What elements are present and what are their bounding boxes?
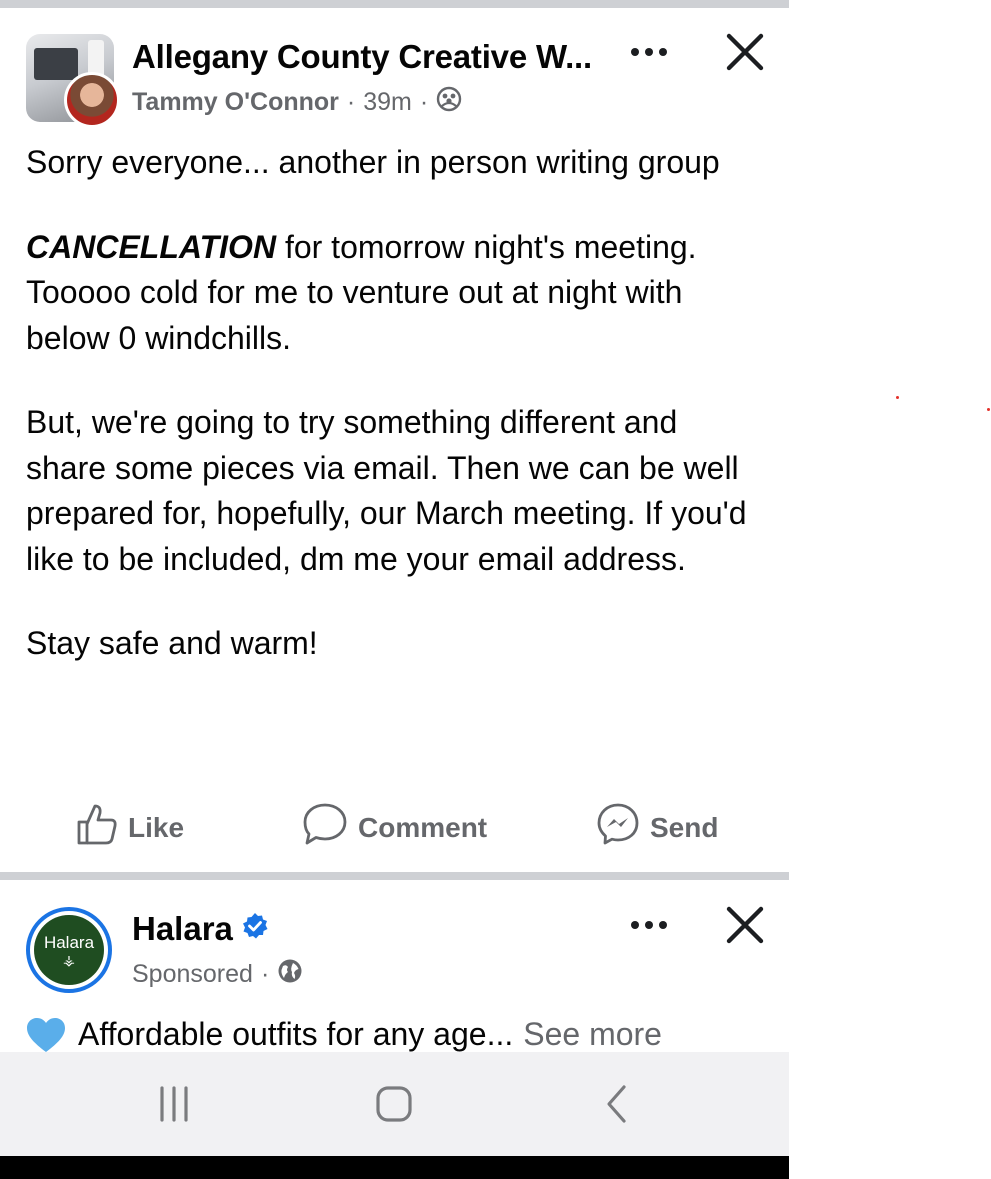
advertiser-name[interactable]: Halara — [132, 910, 269, 948]
author-name-link[interactable]: Tammy O'Connor — [132, 88, 339, 117]
messenger-icon — [596, 802, 650, 853]
recent-apps-icon[interactable] — [152, 1082, 196, 1126]
comment-bubble-icon — [302, 802, 358, 853]
post-meta: Tammy O'Connor · 39m · — [132, 86, 462, 119]
comment-button[interactable]: Comment — [302, 802, 487, 853]
close-icon[interactable] — [723, 30, 767, 74]
post-paragraph: But, we're going to try something differ… — [26, 404, 747, 577]
verified-badge-icon — [241, 910, 269, 948]
like-button[interactable]: Like — [76, 802, 184, 853]
cancellation-emphasis: CANCELLATION — [26, 228, 277, 265]
meta-separator: · — [419, 88, 429, 116]
ad-text: Affordable outfits for any age... See mo… — [26, 1016, 662, 1053]
meta-separator: · — [346, 88, 356, 116]
group-avatar[interactable] — [26, 34, 120, 128]
close-icon[interactable] — [723, 903, 767, 947]
blue-heart-icon — [26, 1017, 66, 1053]
system-navigation-bar — [0, 1052, 789, 1156]
comment-label: Comment — [358, 811, 488, 843]
globe-icon — [277, 958, 303, 991]
feed-divider — [0, 872, 789, 880]
meta-separator: · — [260, 960, 270, 988]
thumbs-up-icon — [76, 802, 128, 853]
post-text: Sorry everyone... another in person writ… — [26, 140, 766, 667]
sponsored-label[interactable]: Sponsored — [132, 960, 253, 989]
send-button[interactable]: Send — [596, 802, 718, 853]
artifact-dot — [896, 396, 899, 399]
post-paragraph: CANCELLATION for tomorrow night's meetin… — [26, 225, 766, 362]
halara-logo-text: Halara — [43, 933, 95, 952]
artifact-dot — [987, 408, 990, 411]
halara-logo-mark: ⚶ — [63, 952, 75, 968]
post-action-bar: Like Comment Send — [0, 796, 789, 856]
home-icon[interactable] — [372, 1082, 416, 1126]
feed-divider — [0, 0, 789, 8]
author-avatar[interactable] — [64, 72, 120, 128]
post-paragraph: Stay safe and warm! — [26, 625, 318, 661]
more-options-icon[interactable] — [624, 910, 674, 940]
group-name-link[interactable]: Allegany County Creative W... — [132, 38, 592, 76]
send-label: Send — [650, 811, 719, 843]
ad-meta: Sponsored · — [132, 958, 303, 991]
like-label: Like — [128, 811, 185, 843]
advertiser-name-text: Halara — [132, 910, 233, 947]
see-more-link[interactable]: See more — [523, 1016, 662, 1053]
ad-copy: Affordable outfits for any age... — [78, 1016, 514, 1052]
halara-avatar[interactable]: Halara ⚶ — [26, 907, 112, 993]
group-audience-icon — [436, 86, 462, 119]
back-icon[interactable] — [594, 1082, 638, 1126]
post-paragraph: Sorry everyone... another in person writ… — [26, 144, 720, 180]
bottom-black-bar — [0, 1156, 789, 1179]
post-timestamp[interactable]: 39m — [363, 88, 412, 117]
more-options-icon[interactable] — [624, 37, 674, 67]
phone-screen: Allegany County Creative W... Tammy O'Co… — [0, 0, 789, 1179]
